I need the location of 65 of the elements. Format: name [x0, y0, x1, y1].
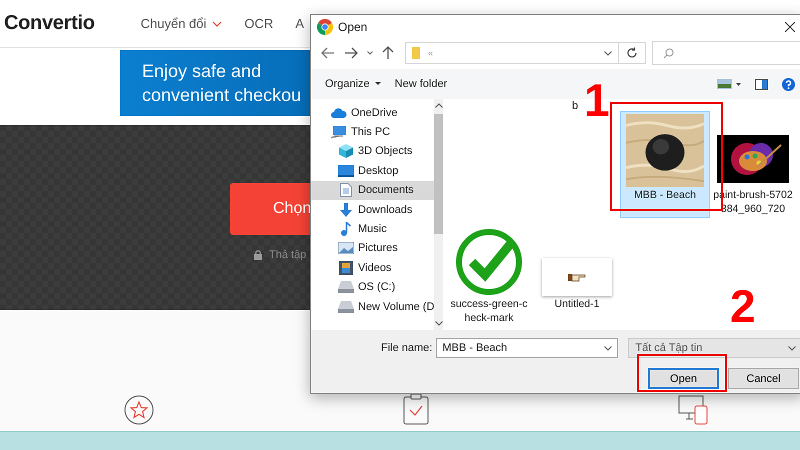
- scrollbar[interactable]: [434, 99, 444, 330]
- nav-pane-item[interactable]: Pictures: [311, 238, 434, 258]
- help-icon[interactable]: [782, 78, 795, 90]
- step-number: 2: [730, 286, 756, 326]
- nav-pane-item[interactable]: OS (C:): [311, 278, 434, 297]
- dialog-title: Open: [338, 20, 368, 34]
- pictures-icon: [338, 242, 354, 254]
- cube-icon: [339, 144, 353, 158]
- drive-icon: [338, 281, 354, 294]
- refresh-icon: [626, 47, 638, 59]
- history-caret-icon[interactable]: [367, 51, 373, 55]
- document-icon: [340, 183, 352, 198]
- music-note-icon: [341, 222, 351, 236]
- breadcrumb-text: «: [428, 48, 434, 58]
- file-name-label: File name:: [381, 342, 432, 354]
- nav-pane-item[interactable]: Documents: [311, 180, 434, 200]
- nav-pane-item[interactable]: New Volume (D: [311, 296, 434, 316]
- lock-icon: [254, 250, 262, 260]
- open-button[interactable]: Open: [648, 368, 719, 389]
- computer-icon: [331, 126, 347, 139]
- banner-text: Enjoy safe and: [142, 60, 262, 83]
- back-icon[interactable]: [321, 47, 335, 59]
- drop-hint: Thả tập: [269, 249, 306, 261]
- search-field[interactable]: [652, 41, 800, 65]
- preview-pane-icon[interactable]: [755, 78, 768, 90]
- folder-icon: [412, 47, 420, 59]
- nav-link[interactable]: OCR: [244, 16, 274, 31]
- refresh-button[interactable]: [619, 42, 646, 64]
- chevron-down-icon[interactable]: [788, 346, 796, 350]
- organize-button[interactable]: Organize: [325, 78, 381, 90]
- chevron-down-icon[interactable]: [604, 50, 612, 56]
- caret-icon: [374, 82, 381, 86]
- view-icon[interactable]: [717, 79, 741, 89]
- nav-pane-item[interactable]: This PC: [311, 122, 434, 142]
- chevron-down-icon[interactable]: [604, 346, 612, 350]
- step-number: 1: [584, 80, 610, 120]
- banner-text: convenient checkou: [142, 84, 302, 107]
- browser-icon: [317, 19, 333, 35]
- film-icon: [339, 260, 353, 275]
- scroll-up-icon[interactable]: [434, 103, 443, 108]
- file-item[interactable]: MBB - Beach: [621, 112, 709, 217]
- file-label: b: [572, 101, 578, 112]
- file-item[interactable]: success-green-check-mark: [445, 221, 533, 326]
- drive-icon: [338, 300, 354, 313]
- download-icon: [340, 202, 352, 217]
- nav-link[interactable]: Chuyển đổi: [140, 16, 222, 31]
- caret-icon: [212, 20, 222, 26]
- nav-link[interactable]: A: [295, 16, 304, 31]
- nav-pane-item[interactable]: 3D Objects: [311, 142, 434, 162]
- file-name-field[interactable]: MBB - Beach: [436, 338, 618, 358]
- cloud-icon: [331, 108, 347, 118]
- nav-pane-item[interactable]: Videos: [311, 258, 434, 278]
- scroll-down-icon[interactable]: [434, 321, 443, 326]
- check-circle-icon: [454, 228, 524, 296]
- desktop-icon: [338, 164, 354, 177]
- up-icon[interactable]: [382, 46, 394, 60]
- search-icon: [663, 48, 674, 58]
- cancel-button[interactable]: Cancel: [728, 368, 799, 389]
- logo[interactable]: Convertio: [4, 12, 95, 35]
- close-icon[interactable]: [785, 22, 795, 32]
- forward-icon[interactable]: [344, 47, 358, 59]
- nav-pane-item[interactable]: Desktop: [311, 161, 434, 181]
- file-item[interactable]: Untitled-1: [533, 221, 621, 326]
- pointing-hand-icon: [568, 272, 586, 282]
- file-type-dropdown[interactable]: Tất cả Tập tin: [628, 338, 800, 358]
